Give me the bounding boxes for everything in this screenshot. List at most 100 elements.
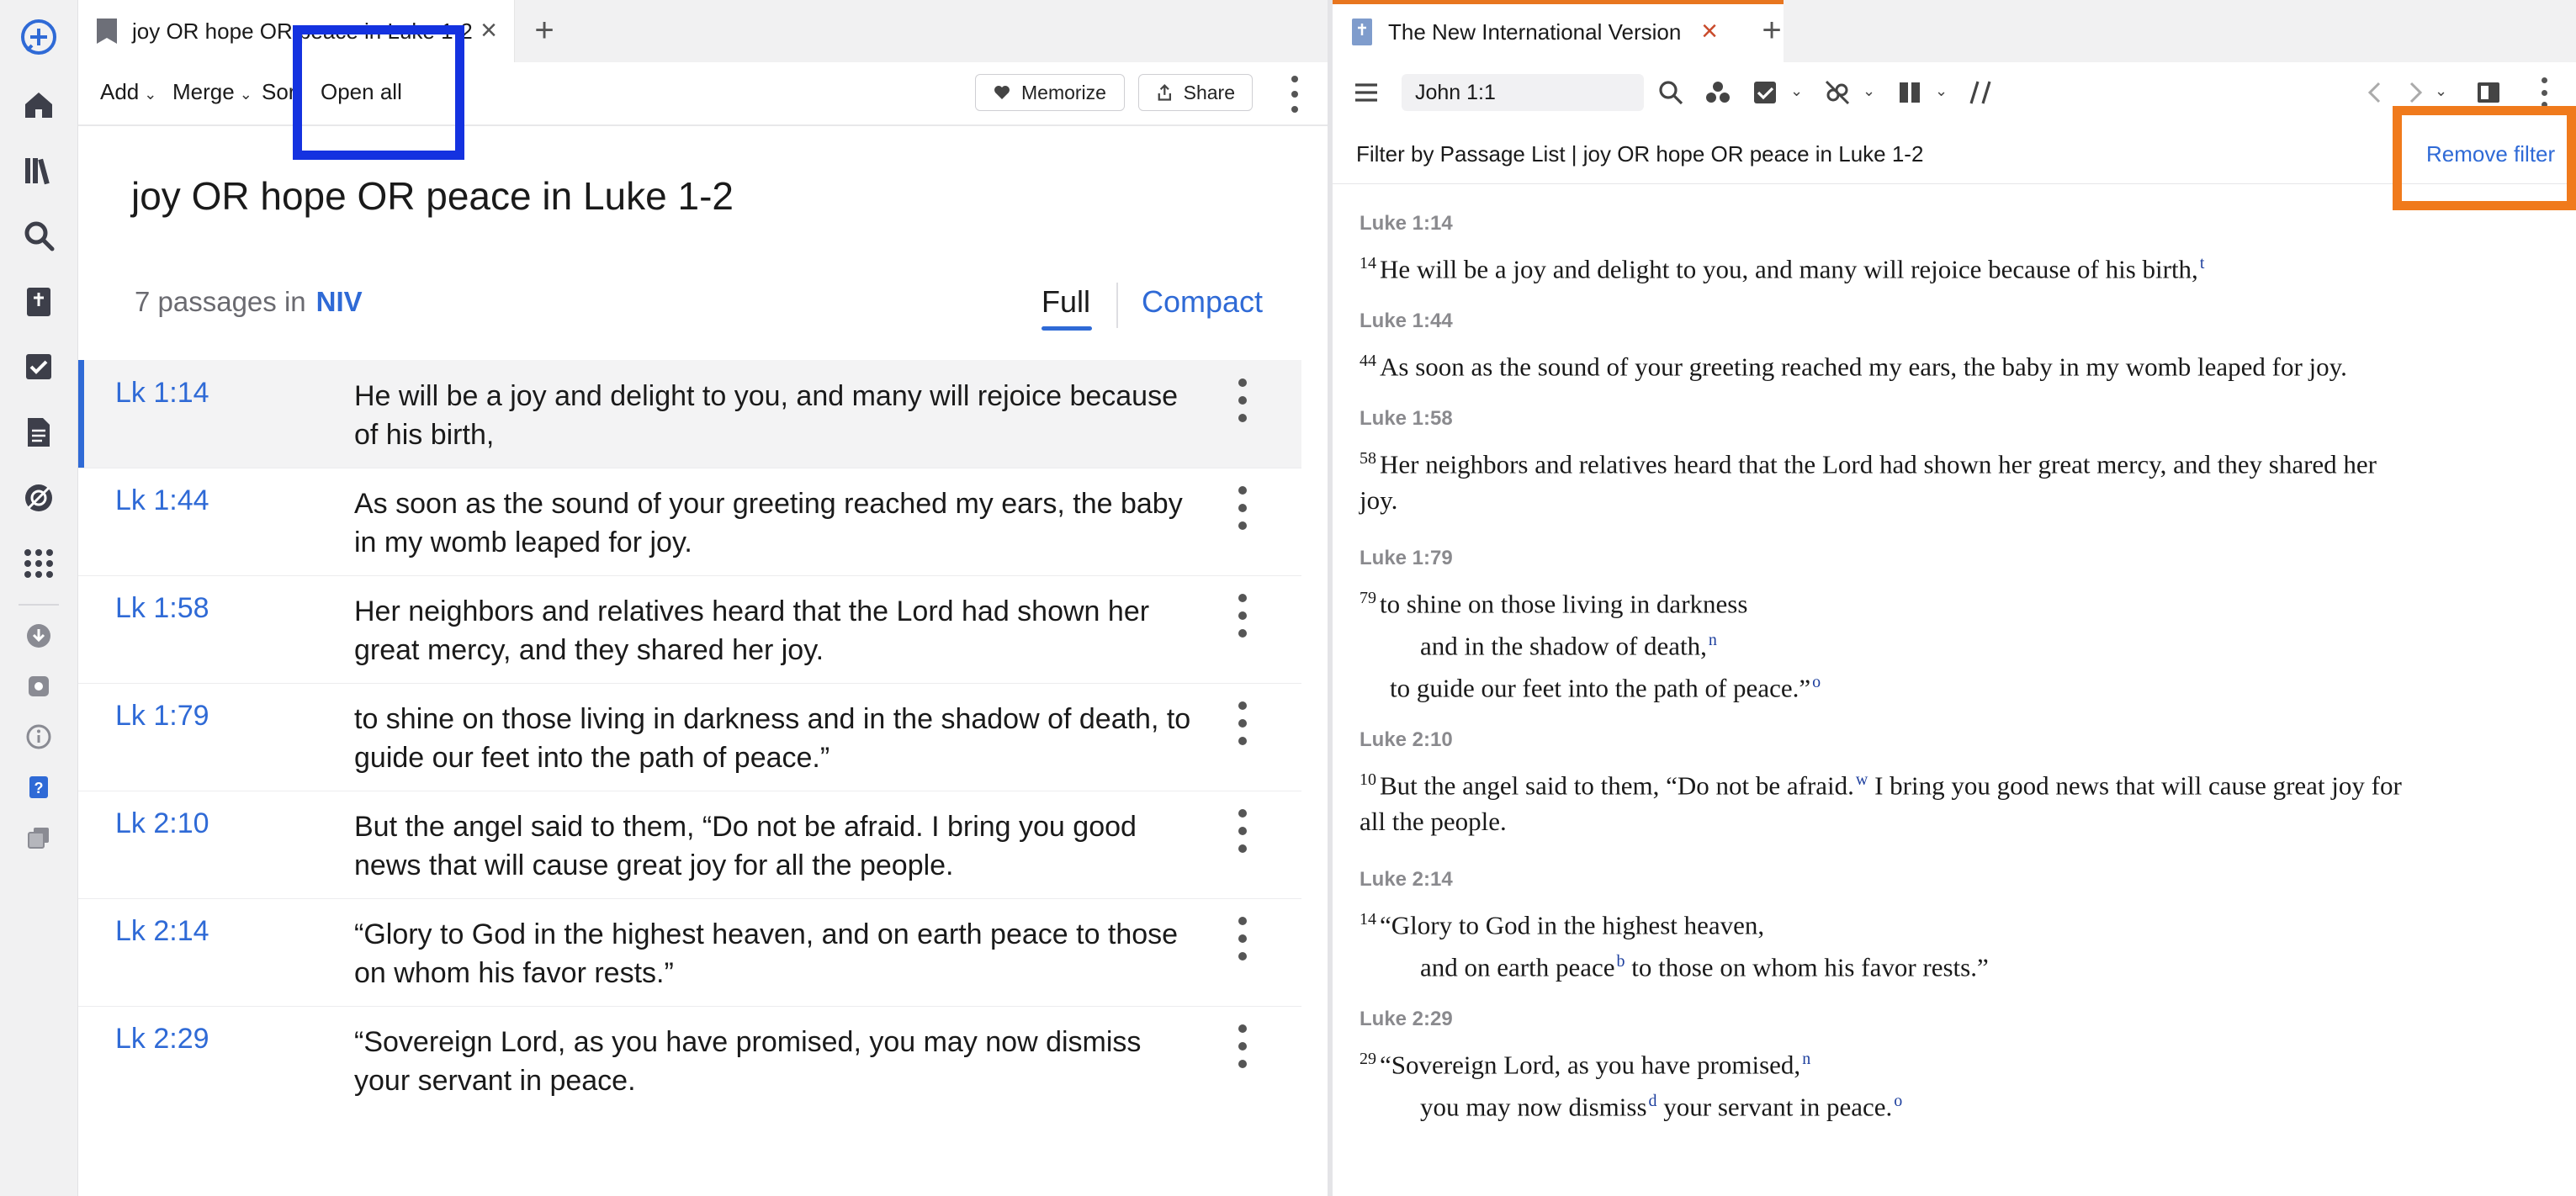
passage-ref[interactable]: Lk 1:58 (115, 592, 209, 625)
more-options-icon[interactable] (2539, 77, 2549, 108)
passage-ref[interactable]: Lk 2:29 (115, 1023, 209, 1056)
verse-body: to shine on those living in darkness (1380, 589, 1748, 619)
passage-ref[interactable]: Lk 1:44 (115, 484, 209, 517)
settings-icon[interactable] (19, 666, 59, 706)
list-item[interactable]: Lk 2:10 But the angel said to them, “Do … (78, 791, 1301, 899)
view-compact-tab[interactable]: Compact (1142, 284, 1263, 320)
people-icon[interactable] (1703, 77, 1733, 108)
row-menu-icon[interactable] (1238, 809, 1248, 853)
columns-icon[interactable] (1895, 77, 1925, 108)
info-icon[interactable] (19, 717, 59, 757)
passage-text: “Glory to God in the highest heaven, and… (354, 918, 1179, 989)
passage-ref[interactable]: Lk 2:14 (115, 915, 209, 948)
version-link[interactable]: NIV (316, 286, 363, 317)
bible-book-icon[interactable] (19, 281, 59, 321)
verse-body: “Sovereign Lord, as you have promised, (1380, 1050, 1801, 1080)
list-item[interactable]: Lk 1:44 As soon as the sound of your gre… (78, 468, 1301, 576)
passage-text: He will be a joy and delight to you, and… (354, 380, 1178, 451)
list-item[interactable]: Lk 2:29 “Sovereign Lord, as you have pro… (78, 1006, 1301, 1114)
layers-icon[interactable] (19, 818, 59, 858)
list-item[interactable]: Lk 1:58 Her neighbors and relatives hear… (78, 575, 1301, 684)
verse-body: to those on whom his favor rests.” (1631, 952, 1989, 982)
merge-menu[interactable]: Merge ⌄ (172, 79, 252, 105)
add-tab-button[interactable]: + (526, 12, 563, 49)
share-button[interactable]: Share (1138, 74, 1253, 111)
active-tab-indicator (1042, 326, 1092, 331)
footnote-link[interactable]: n (1709, 631, 1717, 649)
apps-icon[interactable] (19, 543, 59, 584)
list-item[interactable]: Lk 1:79 to shine on those living in dark… (78, 683, 1301, 791)
page-title: joy OR hope OR peace in Luke 1-2 (131, 174, 734, 218)
search-icon[interactable] (1656, 77, 1686, 108)
chevron-down-icon[interactable]: ⌄ (1935, 82, 1948, 100)
footnote-link[interactable]: d (1649, 1092, 1657, 1110)
heart-icon (994, 86, 1010, 99)
list-item[interactable]: Lk 1:14 He will be a joy and delight to … (78, 360, 1301, 468)
split-view-icon[interactable] (2473, 77, 2504, 108)
add-menu[interactable]: Add ⌄ (100, 79, 156, 105)
back-icon[interactable] (2361, 77, 2391, 108)
filter-text: Filter by Passage List | joy OR hope OR … (1356, 141, 1924, 167)
footnote-link[interactable]: n (1802, 1050, 1810, 1068)
share-icon (1158, 83, 1171, 101)
forward-icon[interactable] (2399, 77, 2430, 108)
bible-icon (1352, 19, 1372, 45)
footnote-link[interactable]: t (2200, 254, 2205, 273)
parallel-icon[interactable] (1965, 77, 1996, 108)
passage-text: to shine on those living in darkness and… (354, 703, 1191, 774)
row-menu-icon[interactable] (1238, 594, 1248, 638)
list-item[interactable]: Lk 2:14 “Glory to God in the highest hea… (78, 898, 1301, 1007)
atlas-icon[interactable] (19, 478, 59, 518)
verse-heading: Luke 2:29 (1360, 1008, 1453, 1030)
passage-text: But the angel said to them, “Do not be a… (354, 811, 1137, 881)
search-icon[interactable] (19, 215, 59, 256)
checklist-icon[interactable] (1750, 77, 1780, 108)
verse-heading: Luke 2:10 (1360, 728, 1453, 751)
passage-ref[interactable]: Lk 1:79 (115, 700, 209, 733)
row-menu-icon[interactable] (1238, 486, 1248, 530)
close-icon[interactable]: × (472, 13, 506, 47)
close-icon[interactable]: × (1693, 14, 1726, 48)
library-icon[interactable] (19, 150, 59, 190)
footnote-link[interactable]: o (1812, 673, 1821, 691)
reference-input[interactable] (1402, 74, 1644, 111)
passage-ref[interactable]: Lk 2:10 (115, 807, 209, 840)
tab-bible[interactable]: The New International Version × (1333, 0, 1784, 62)
document-icon[interactable] (19, 412, 59, 452)
footnote-link[interactable]: b (1617, 952, 1625, 971)
verse-heading: Luke 1:58 (1360, 407, 1453, 430)
row-menu-icon[interactable] (1238, 701, 1248, 745)
chevron-down-icon[interactable]: ⌄ (1863, 82, 1875, 100)
tab-title: The New International Version (1388, 19, 1682, 45)
memorize-button[interactable]: Memorize (975, 74, 1125, 111)
chevron-down-icon[interactable]: ⌄ (1790, 82, 1803, 100)
row-menu-icon[interactable] (1238, 917, 1248, 961)
chevron-down-icon: ⌄ (144, 86, 157, 103)
home-icon[interactable] (19, 84, 59, 124)
view-full-tab[interactable]: Full (1042, 284, 1090, 320)
add-label: Add (100, 79, 140, 104)
link-off-icon[interactable] (1822, 77, 1852, 108)
verse-number: 14 (1360, 254, 1376, 273)
verse-body: He will be a joy and delight to you, and… (1380, 254, 2198, 284)
footnote-link[interactable]: w (1856, 770, 1868, 789)
verse-number: 58 (1360, 449, 1376, 468)
logo-icon[interactable] (19, 17, 59, 57)
footnote-link[interactable]: o (1894, 1092, 1902, 1110)
verse-heading: Luke 1:79 (1360, 547, 1453, 569)
help-icon[interactable]: ? (19, 767, 59, 807)
passage-text: Her neighbors and relatives heard that t… (354, 595, 1150, 666)
passage-count: 7 passages in NIV (135, 286, 363, 318)
verse-number: 79 (1360, 589, 1376, 607)
more-options-icon[interactable] (1290, 76, 1300, 113)
passage-ref[interactable]: Lk 1:14 (115, 377, 209, 410)
row-menu-icon[interactable] (1238, 378, 1248, 422)
chevron-down-icon[interactable]: ⌄ (2435, 82, 2447, 100)
checklist-icon[interactable] (19, 347, 59, 387)
add-tab-button[interactable]: + (1753, 12, 1790, 49)
download-icon[interactable] (19, 616, 59, 656)
verse-heading: Luke 1:14 (1360, 212, 1453, 235)
row-menu-icon[interactable] (1238, 1024, 1248, 1068)
chevron-down-icon: ⌄ (239, 86, 252, 103)
menu-icon[interactable] (1351, 77, 1381, 108)
